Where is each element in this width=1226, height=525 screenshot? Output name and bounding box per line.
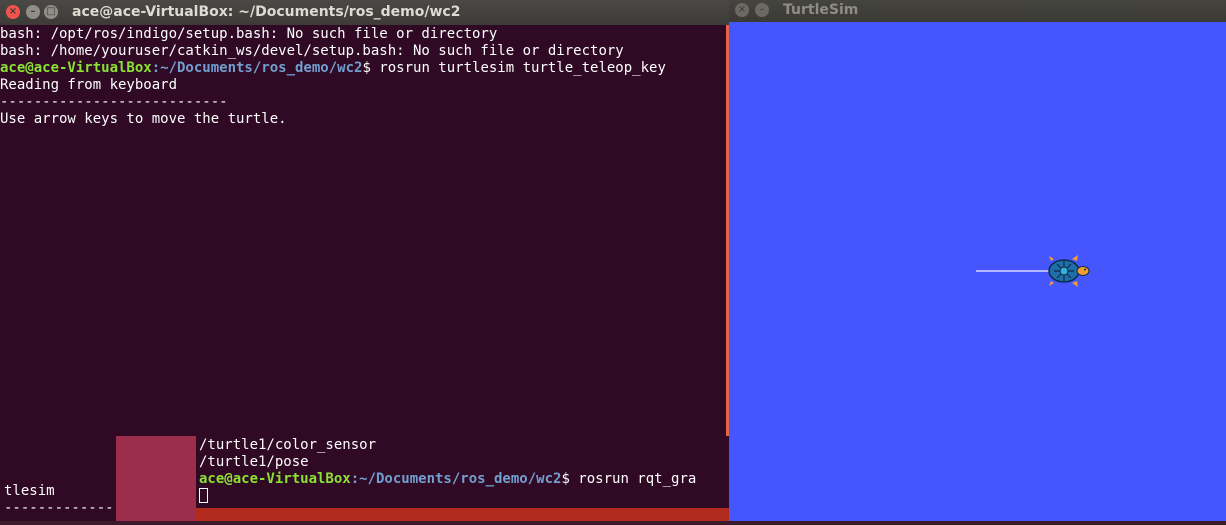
desktop-background-strip bbox=[196, 508, 729, 521]
terminal-titlebar[interactable]: × – □ ace@ace-VirtualBox: ~/Documents/ro… bbox=[0, 0, 729, 25]
background-terminal-left[interactable]: tlesim ------------- bbox=[0, 436, 116, 521]
turtle-scene bbox=[976, 255, 1090, 287]
error-line: bash: /opt/ros/indigo/setup.bash: No suc… bbox=[0, 26, 498, 42]
terminal-title: ace@ace-VirtualBox: ~/Documents/ros_demo… bbox=[72, 4, 461, 20]
turtlesim-titlebar[interactable]: × – TurtleSim bbox=[729, 0, 1226, 22]
prompt-path: :~/Documents/ros_demo/wc2 bbox=[350, 471, 562, 487]
terminal-window[interactable]: × – □ ace@ace-VirtualBox: ~/Documents/ro… bbox=[0, 0, 729, 436]
close-button[interactable]: × bbox=[735, 3, 749, 17]
output-line: Use arrow keys to move the turtle. bbox=[0, 111, 287, 127]
maximize-button[interactable]: □ bbox=[44, 5, 58, 19]
turtlesim-canvas bbox=[729, 22, 1226, 521]
minimize-button[interactable]: – bbox=[755, 3, 769, 17]
output-line: /turtle1/pose bbox=[199, 454, 309, 470]
turtle-icon bbox=[1048, 255, 1090, 287]
close-button[interactable]: × bbox=[6, 5, 20, 19]
minimize-button[interactable]: – bbox=[26, 5, 40, 19]
output-line: /turtle1/color_sensor bbox=[199, 437, 377, 453]
output-separator: --------------------------- bbox=[0, 94, 228, 110]
turtlesim-title: TurtleSim bbox=[783, 2, 859, 18]
prompt-command: $ rosrun turtlesim turtle_teleop_key bbox=[362, 60, 666, 76]
prompt-path: :~/Documents/ros_demo/wc2 bbox=[151, 60, 363, 76]
output-line: tlesim bbox=[4, 483, 55, 499]
output-separator: ------------- bbox=[4, 500, 114, 516]
terminal-output[interactable]: /turtle1/color_sensor/turtle1/pose ace@ac… bbox=[199, 437, 696, 505]
desktop-background bbox=[116, 436, 198, 521]
terminal-output: tlesim ------------- bbox=[4, 483, 114, 517]
error-line: bash: /home/youruser/catkin_ws/devel/set… bbox=[0, 43, 624, 59]
prompt-user: ace@ace-VirtualBox bbox=[199, 471, 351, 487]
prompt-command: $ rosrun rqt_gra bbox=[561, 471, 697, 487]
background-terminal[interactable]: /turtle1/color_sensor/turtle1/pose ace@ac… bbox=[196, 436, 729, 508]
prompt-line: ace@ace-VirtualBox:~/Documents/ros_demo/… bbox=[0, 60, 666, 77]
turtlesim-window[interactable]: × – TurtleSim bbox=[729, 0, 1226, 521]
text-cursor bbox=[199, 488, 208, 503]
terminal-output[interactable]: bash: /opt/ros/indigo/setup.bash: No suc… bbox=[0, 26, 666, 128]
output-line: Reading from keyboard bbox=[0, 77, 178, 93]
prompt-user: ace@ace-VirtualBox bbox=[0, 60, 152, 76]
prompt-line: ace@ace-VirtualBox:~/Documents/ros_demo/… bbox=[199, 471, 696, 488]
